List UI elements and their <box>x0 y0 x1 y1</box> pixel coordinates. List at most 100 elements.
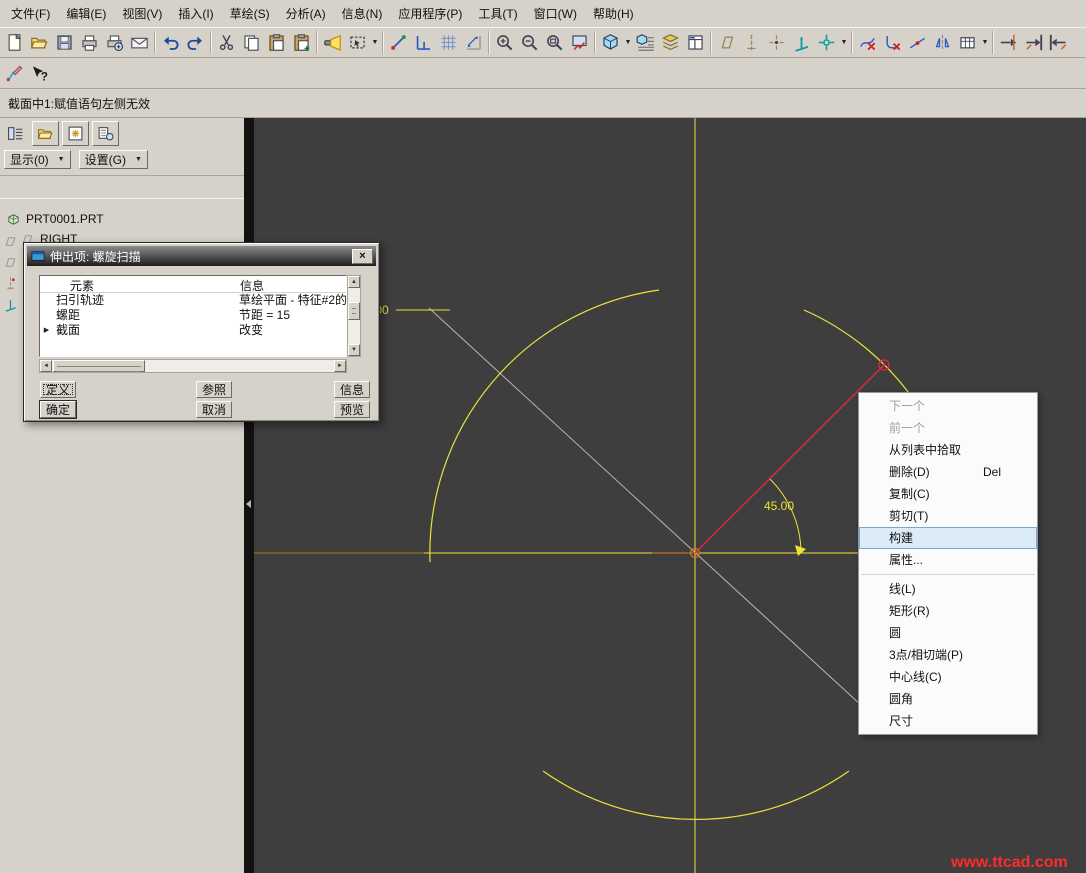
context-menu-item[interactable]: 删除(D) Del <box>859 461 1037 483</box>
close-icon[interactable]: × <box>352 249 373 264</box>
preview-button[interactable]: 预览 <box>334 401 370 418</box>
context-menu-item[interactable]: 下一个 <box>859 395 1037 417</box>
vertical-scrollbar[interactable]: ▲ ▼ <box>347 275 361 357</box>
zoom-in-button[interactable] <box>492 30 517 55</box>
table-row[interactable]: 截面 改变 <box>40 323 346 338</box>
arc-bottom[interactable] <box>543 771 849 819</box>
menu-item[interactable]: 分析(A) <box>278 2 334 25</box>
table-row[interactable]: 螺距 节距 = 15 <box>40 308 346 323</box>
tree-item-part[interactable]: PRT0001.PRT <box>0 209 244 229</box>
print-button[interactable] <box>77 30 102 55</box>
angle-dimension-text[interactable]: 45.00 <box>764 499 794 513</box>
define-button[interactable]: 定义 <box>40 381 76 398</box>
point-display-button[interactable] <box>764 30 789 55</box>
menu-item[interactable]: 应用程序(P) <box>390 2 470 25</box>
dim-display-button[interactable] <box>461 30 486 55</box>
arc-upper-right[interactable] <box>804 310 914 400</box>
grid-display-button[interactable] <box>436 30 461 55</box>
info-button[interactable]: 信息 <box>334 381 370 398</box>
select-box-dropdown-caret[interactable]: ▼ <box>370 39 380 46</box>
menu-item[interactable]: 工具(T) <box>470 2 525 25</box>
sketch-display-button[interactable] <box>386 30 411 55</box>
arc-upper-left[interactable] <box>430 290 659 562</box>
paste-button[interactable] <box>264 30 289 55</box>
section-prev-button[interactable] <box>1046 30 1071 55</box>
menu-item[interactable]: 窗口(W) <box>526 2 585 25</box>
new-button[interactable] <box>2 30 27 55</box>
paste-special-button[interactable] <box>289 30 314 55</box>
ok-button[interactable]: 确定 <box>40 401 76 418</box>
section-next-button[interactable] <box>1021 30 1046 55</box>
view-manager-button[interactable] <box>683 30 708 55</box>
panel-sash[interactable] <box>244 118 254 873</box>
angle-dimension-arc[interactable] <box>770 479 801 553</box>
orient-dropdown-caret[interactable]: ▼ <box>623 39 633 46</box>
context-menu-item[interactable]: 从列表中拾取 <box>859 439 1037 461</box>
add-column-button[interactable] <box>62 121 89 146</box>
open-button[interactable] <box>27 30 52 55</box>
csys-icon[interactable] <box>3 297 18 312</box>
selected-line[interactable] <box>695 365 884 553</box>
orient-button[interactable] <box>598 30 623 55</box>
menu-item[interactable]: 文件(F) <box>3 2 58 25</box>
menu-item[interactable]: 信息(N) <box>334 2 391 25</box>
menu-item[interactable]: 插入(I) <box>170 2 221 25</box>
cut-button[interactable] <box>214 30 239 55</box>
settings-dropdown-button[interactable]: 设置(G) ▼ <box>79 150 148 169</box>
mirror-button[interactable] <box>930 30 955 55</box>
refit-button[interactable] <box>542 30 567 55</box>
context-menu-item[interactable]: 3点/相切端(P) <box>859 644 1037 666</box>
saved-views-button[interactable] <box>633 30 658 55</box>
divide-button[interactable] <box>905 30 930 55</box>
context-menu-item[interactable]: 中心线(C) <box>859 666 1037 688</box>
constraint-display-button[interactable] <box>411 30 436 55</box>
cancel-button[interactable]: 取消 <box>196 401 232 418</box>
menu-item[interactable]: 视图(V) <box>114 2 170 25</box>
context-menu-item[interactable]: 线(L) <box>859 578 1037 600</box>
corner-trim-button[interactable] <box>880 30 905 55</box>
undo-button[interactable] <box>158 30 183 55</box>
menu-item[interactable]: 编辑(E) <box>58 2 114 25</box>
modify-button[interactable] <box>955 30 980 55</box>
collapse-panel-icon[interactable] <box>246 500 251 508</box>
context-menu-item[interactable]: 复制(C) <box>859 483 1037 505</box>
print-setup-button[interactable] <box>102 30 127 55</box>
scrollbar-thumb[interactable] <box>53 360 145 372</box>
context-menu-item[interactable]: 属性... <box>859 549 1037 571</box>
context-menu-item[interactable] <box>859 571 1037 578</box>
context-menu-item[interactable]: 圆 <box>859 622 1037 644</box>
scroll-up-icon[interactable]: ▲ <box>348 276 360 288</box>
repaint-button[interactable] <box>567 30 592 55</box>
csys-display-button[interactable] <box>789 30 814 55</box>
menu-item[interactable]: 草绘(S) <box>222 2 278 25</box>
spin-center-button[interactable] <box>814 30 839 55</box>
copy-button[interactable] <box>239 30 264 55</box>
context-menu-item[interactable]: 圆角 <box>859 688 1037 710</box>
table-row[interactable]: 扫引轨迹 草绘平面 - 特征#2的 <box>40 293 346 308</box>
datum-axis-icon[interactable] <box>3 276 18 291</box>
save-button[interactable] <box>52 30 77 55</box>
scroll-left-icon[interactable]: ◄ <box>40 360 52 372</box>
select-box-button[interactable] <box>345 30 370 55</box>
zoom-out-button[interactable] <box>517 30 542 55</box>
axis-display-button[interactable] <box>739 30 764 55</box>
context-menu-item[interactable]: 构建 <box>859 527 1037 549</box>
layers-button[interactable] <box>658 30 683 55</box>
tree-columns-button[interactable] <box>2 121 29 146</box>
send-button[interactable] <box>127 30 152 55</box>
search-button[interactable] <box>320 30 345 55</box>
reference-button[interactable]: 参照 <box>196 381 232 398</box>
spin-center-dropdown-caret[interactable]: ▼ <box>839 39 849 46</box>
section-flip-button[interactable] <box>996 30 1021 55</box>
context-menu-item[interactable]: 矩形(R) <box>859 600 1037 622</box>
show-items-button[interactable] <box>32 121 59 146</box>
datum-plane-icon[interactable] <box>3 255 18 270</box>
tree-settings-button[interactable] <box>92 121 119 146</box>
menu-item[interactable]: 帮助(H) <box>585 2 642 25</box>
scroll-down-icon[interactable]: ▼ <box>348 344 360 356</box>
show-dropdown-button[interactable]: 显示(0) ▼ <box>4 150 71 169</box>
horizontal-scrollbar[interactable]: ◄ ► <box>39 359 347 373</box>
construction-line[interactable] <box>429 308 874 717</box>
context-help-button[interactable]: ? <box>27 61 52 86</box>
context-menu-item[interactable]: 前一个 <box>859 417 1037 439</box>
